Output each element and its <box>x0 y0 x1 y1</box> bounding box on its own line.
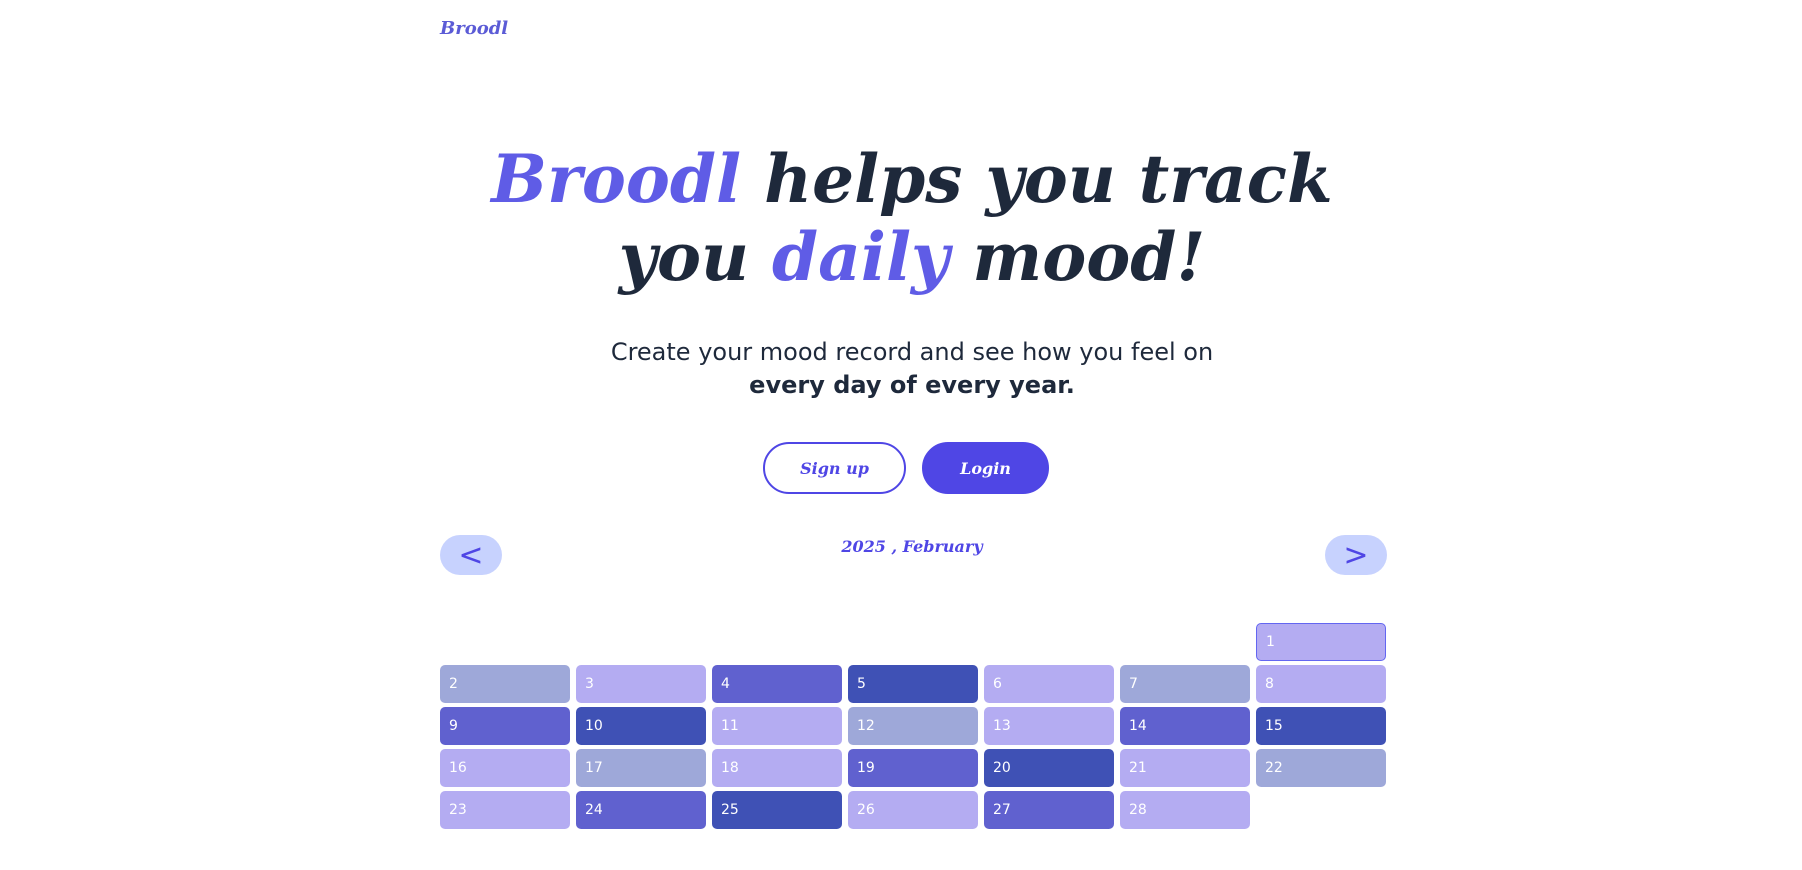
calendar-day[interactable]: 2 <box>440 665 570 703</box>
calendar-day[interactable]: 27 <box>984 791 1114 829</box>
calendar-day[interactable]: 25 <box>712 791 842 829</box>
hero-line-1: Broodl helps you track <box>0 140 1802 218</box>
calendar-day[interactable]: 9 <box>440 707 570 745</box>
hero-brand-accent: Broodl <box>491 140 742 218</box>
calendar-blank-cell <box>712 623 842 661</box>
calendar-day[interactable]: 23 <box>440 791 570 829</box>
calendar-grid: 1 2 3 4 5 6 7 8 9 10 11 12 13 14 15 16 17 18 19 20 21 22 23 24 2… <box>440 623 1387 829</box>
hero-line-1-text: helps you track <box>741 140 1333 218</box>
calendar-day[interactable]: 26 <box>848 791 978 829</box>
calendar-day[interactable]: 20 <box>984 749 1114 787</box>
calendar-day[interactable]: 17 <box>576 749 706 787</box>
calendar-day[interactable]: 6 <box>984 665 1114 703</box>
next-month-button[interactable]: > <box>1325 535 1387 575</box>
calendar-blank-cell <box>984 623 1114 661</box>
calendar-day[interactable]: 21 <box>1120 749 1250 787</box>
calendar-day[interactable]: 19 <box>848 749 978 787</box>
calendar-day[interactable]: 1 <box>1256 623 1386 661</box>
hero-line-2-start: you <box>618 218 772 296</box>
calendar-day[interactable]: 22 <box>1256 749 1386 787</box>
calendar-day[interactable]: 14 <box>1120 707 1250 745</box>
calendar-blank-cell <box>440 623 570 661</box>
calendar-day[interactable]: 4 <box>712 665 842 703</box>
page: Broodl Broodl helps you track you daily … <box>0 0 1802 870</box>
calendar-day[interactable]: 8 <box>1256 665 1386 703</box>
calendar-day[interactable]: 5 <box>848 665 978 703</box>
calendar-day[interactable]: 7 <box>1120 665 1250 703</box>
hero-line-2: you daily mood! <box>0 218 1802 296</box>
calendar-day[interactable]: 15 <box>1256 707 1386 745</box>
calendar-day[interactable]: 16 <box>440 749 570 787</box>
signup-button[interactable]: Sign up <box>763 442 906 494</box>
calendar-day[interactable]: 28 <box>1120 791 1250 829</box>
hero-line-2-end: mood! <box>949 218 1206 296</box>
calendar-blank-cell <box>576 623 706 661</box>
calendar-day[interactable]: 12 <box>848 707 978 745</box>
calendar-blank-cell <box>848 623 978 661</box>
calendar-day[interactable]: 3 <box>576 665 706 703</box>
calendar-day[interactable]: 11 <box>712 707 842 745</box>
logo[interactable]: Broodl <box>440 18 508 39</box>
subtitle-line-1: Create your mood record and see how you … <box>610 338 1214 366</box>
calendar-day[interactable]: 18 <box>712 749 842 787</box>
calendar-day[interactable]: 24 <box>576 791 706 829</box>
subtitle-line-2: every day of every year. <box>749 371 1075 399</box>
hero-daily-accent: daily <box>771 218 950 296</box>
calendar-blank-cell <box>1120 623 1250 661</box>
month-label: 2025 , February <box>841 537 983 556</box>
calendar-day[interactable]: 10 <box>576 707 706 745</box>
hero-heading: Broodl helps you track you daily mood! <box>0 140 1802 296</box>
subtitle: Create your mood record and see how you … <box>0 336 1802 402</box>
login-button[interactable]: Login <box>922 442 1049 494</box>
calendar-day[interactable]: 13 <box>984 707 1114 745</box>
